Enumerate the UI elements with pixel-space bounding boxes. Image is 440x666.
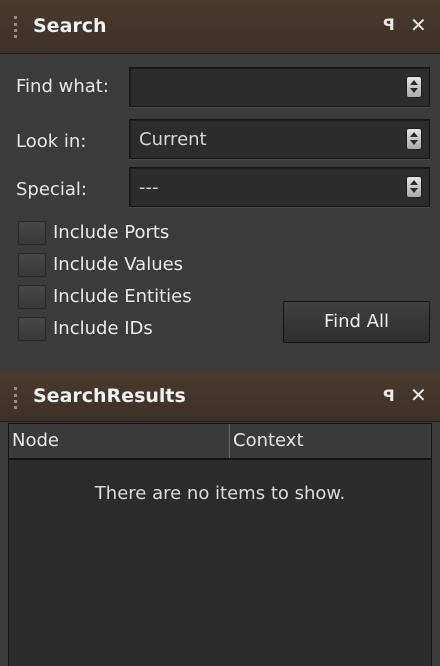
find-what-label: Find what: <box>16 76 109 97</box>
results-panel-header[interactable]: SearchResults ꟼ ✕ <box>0 372 440 422</box>
include-entities-label: Include Entities <box>53 286 192 307</box>
look-in-value: Current <box>139 129 207 150</box>
pin-icon[interactable]: ꟼ <box>383 16 395 34</box>
search-panel-title: Search <box>33 15 107 37</box>
special-label: Special: <box>16 179 87 200</box>
pin-icon[interactable]: ꟼ <box>383 387 395 405</box>
include-ports-label: Include Ports <box>53 222 170 243</box>
updown-arrow-icon[interactable] <box>406 176 422 198</box>
close-icon[interactable]: ✕ <box>410 385 427 405</box>
look-in-combobox[interactable]: Current <box>129 119 430 159</box>
include-entities-checkbox[interactable] <box>18 285 46 309</box>
updown-arrow-icon[interactable] <box>406 128 422 150</box>
include-values-checkbox[interactable] <box>18 253 46 277</box>
updown-arrow-icon[interactable] <box>406 76 422 98</box>
include-values-label: Include Values <box>53 254 184 275</box>
empty-results-message: There are no items to show. <box>94 483 346 504</box>
results-panel-title: SearchResults <box>33 385 186 407</box>
results-column-headers: Node Context <box>9 424 431 460</box>
search-panel-header[interactable]: Search ꟼ ✕ <box>0 0 440 54</box>
include-ids-label: Include IDs <box>53 318 153 339</box>
column-header-node[interactable]: Node <box>9 424 230 458</box>
special-value: --- <box>139 177 159 198</box>
find-what-combobox[interactable] <box>129 67 430 107</box>
drag-grip-icon[interactable] <box>14 387 20 409</box>
find-all-button[interactable]: Find All <box>283 301 430 343</box>
drag-grip-icon[interactable] <box>14 16 20 38</box>
include-ids-checkbox[interactable] <box>18 317 46 341</box>
include-ports-checkbox[interactable] <box>18 221 46 245</box>
look-in-label: Look in: <box>16 131 87 152</box>
close-icon[interactable]: ✕ <box>410 15 427 35</box>
results-list[interactable]: Node Context There are no items to show. <box>8 423 432 666</box>
column-header-context[interactable]: Context <box>229 424 432 458</box>
special-combobox[interactable]: --- <box>129 167 430 207</box>
